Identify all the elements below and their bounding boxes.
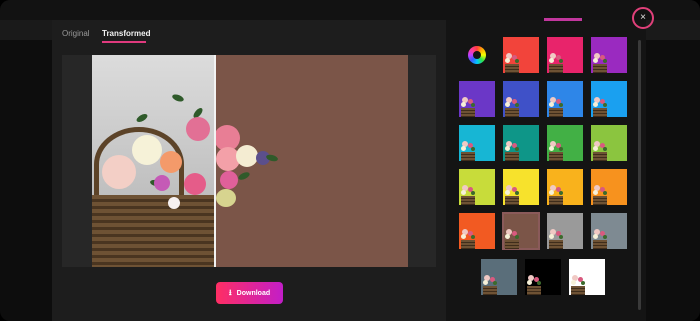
color-swatch[interactable] — [591, 37, 627, 73]
rose-flower — [186, 117, 210, 141]
color-swatch[interactable] — [591, 81, 627, 117]
bouquet-thumbnail — [481, 273, 501, 295]
image-preview — [62, 55, 436, 267]
transformed-background — [214, 55, 408, 267]
color-swatch[interactable] — [481, 259, 517, 295]
color-swatch[interactable] — [459, 125, 495, 161]
active-tab-indicator — [102, 41, 146, 43]
bouquet-thumbnail — [547, 95, 567, 117]
bouquet-thumbnail — [591, 139, 611, 161]
active-section-indicator — [544, 18, 582, 21]
color-swatch[interactable] — [547, 125, 583, 161]
rose-flower — [184, 173, 206, 195]
preview-panel: Original Transformed ⭳ Download — [52, 20, 446, 321]
bouquet-thumbnail — [503, 183, 523, 205]
color-wheel-icon — [468, 46, 486, 64]
original-photo — [92, 55, 214, 267]
bouquet-thumbnail — [459, 139, 479, 161]
custom-color-button[interactable] — [459, 37, 495, 73]
bouquet-thumbnail — [459, 227, 479, 249]
bouquet-thumbnail — [459, 95, 479, 117]
close-icon: × — [640, 12, 646, 23]
download-label: Download — [236, 290, 271, 297]
bouquet-thumbnail — [591, 95, 611, 117]
color-swatch[interactable] — [459, 81, 495, 117]
bouquet-thumbnail — [591, 51, 611, 73]
wicker-basket — [92, 195, 214, 267]
color-swatch[interactable] — [503, 81, 539, 117]
color-swatch[interactable] — [525, 259, 561, 295]
rose-flower — [168, 197, 180, 209]
color-swatch[interactable] — [591, 169, 627, 205]
color-swatch[interactable] — [547, 37, 583, 73]
bouquet-thumbnail — [503, 227, 523, 249]
bouquet-thumbnail — [503, 95, 523, 117]
color-swatch[interactable] — [547, 81, 583, 117]
bouquet-thumbnail — [591, 183, 611, 205]
panel-scrollbar[interactable] — [638, 40, 641, 310]
tab-original[interactable]: Original — [62, 29, 90, 38]
bouquet-thumbnail — [547, 51, 567, 73]
bouquet-thumbnail — [503, 139, 523, 161]
bouquet-thumbnail — [525, 273, 545, 295]
color-swatch[interactable] — [503, 125, 539, 161]
tab-transformed[interactable]: Transformed — [102, 29, 150, 38]
bouquet-thumbnail — [569, 273, 589, 295]
bouquet-thumbnail — [547, 183, 567, 205]
color-swatch[interactable] — [502, 212, 540, 250]
rose-flower — [132, 135, 162, 165]
color-swatch[interactable] — [459, 169, 495, 205]
top-navigation-bar — [0, 0, 700, 20]
close-button[interactable]: × — [632, 7, 654, 29]
bouquet-thumbnail — [547, 139, 567, 161]
color-swatch[interactable] — [503, 37, 539, 73]
rose-flower — [102, 155, 136, 189]
color-swatch[interactable] — [591, 213, 627, 249]
color-swatch[interactable] — [547, 213, 583, 249]
bouquet-thumbnail — [459, 183, 479, 205]
bouquet-thumbnail — [547, 227, 567, 249]
download-button[interactable]: ⭳ Download — [216, 282, 283, 304]
color-swatch[interactable] — [569, 259, 605, 295]
color-swatch[interactable] — [459, 213, 495, 249]
rose-flower — [160, 151, 182, 173]
color-swatch[interactable] — [591, 125, 627, 161]
bouquet-thumbnail — [503, 51, 523, 73]
color-swatch[interactable] — [503, 169, 539, 205]
color-swatch[interactable] — [547, 169, 583, 205]
background-remover-modal: Original Transformed ⭳ Download × — [0, 0, 700, 321]
rose-flower — [154, 175, 170, 191]
download-icon: ⭳ — [228, 288, 232, 297]
bouquet-thumbnail — [591, 227, 611, 249]
comparison-divider[interactable] — [214, 55, 216, 267]
